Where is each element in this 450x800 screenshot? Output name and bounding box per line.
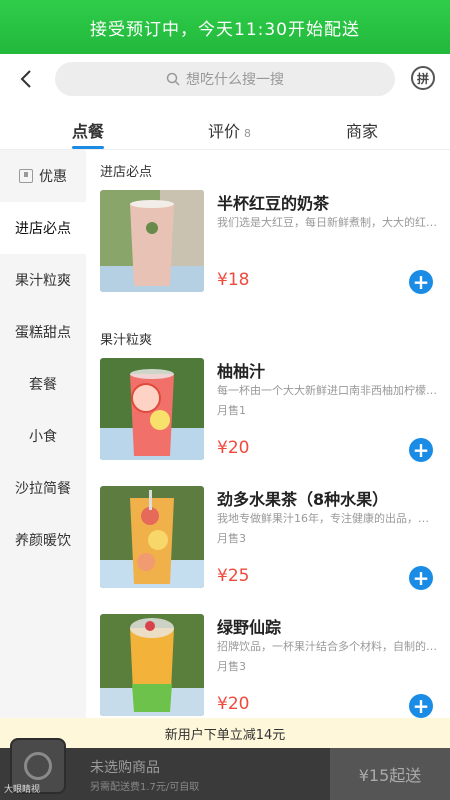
search-placeholder: 想吃什么搜一搜 xyxy=(186,72,284,88)
delivery-fee-text: 另需配送费1.7元/可自取 xyxy=(90,782,200,793)
list-item[interactable]: 绿野仙踪 招牌饮品，一杯果汁结合多个材料，自制的… 月售3 ¥20 + xyxy=(86,614,450,720)
add-to-cart-button[interactable]: + xyxy=(409,270,433,294)
product-description: 招牌饮品，一杯果汁结合多个材料，自制的… xyxy=(217,640,437,653)
product-image xyxy=(100,614,204,716)
tab-reviews-count: 8 xyxy=(244,127,252,140)
preorder-banner: 接受预订中，今天11:30开始配送 xyxy=(0,0,450,54)
sidebar-item-label: 优惠 xyxy=(39,169,67,185)
sidebar-item-label: 养颜暖饮 xyxy=(15,533,71,549)
tab-bar: 点餐 评价 8 商家 xyxy=(0,106,450,150)
product-name: 柚柚汁 xyxy=(217,362,266,381)
section-title: 进店必点 xyxy=(100,164,153,180)
product-sales: 月售1 xyxy=(217,404,246,417)
search-icon xyxy=(166,72,180,86)
sidebar-item-snacks[interactable]: 小食 xyxy=(0,410,86,462)
sidebar-item-combo[interactable]: 套餐 xyxy=(0,358,86,410)
watermark: 大眼睛视 xyxy=(4,785,41,795)
tab-order-label: 点餐 xyxy=(72,122,105,141)
product-price: ¥25 xyxy=(217,566,250,586)
search-bar: 想吃什么搜一搜 拼 xyxy=(0,54,450,106)
tab-active-indicator xyxy=(72,146,104,149)
sidebar-item-discount[interactable]: 优惠 xyxy=(0,150,86,202)
sidebar-item-label: 果汁粒爽 xyxy=(15,273,71,289)
preorder-banner-text: 接受预订中，今天11:30开始配送 xyxy=(90,19,360,40)
list-item[interactable]: 柚柚汁 每一杯由一个大大新鲜进口南非西柚加柠檬… 月售1 ¥20 + xyxy=(86,358,450,486)
product-description: 每一杯由一个大大新鲜进口南非西柚加柠檬… xyxy=(217,384,437,397)
product-price: ¥20 xyxy=(217,438,250,458)
product-description: 我们选是大红豆，每日新鲜煮制，大大的红… xyxy=(217,216,437,229)
sidebar-item-label: 蛋糕甜点 xyxy=(15,325,71,341)
tab-order[interactable]: 点餐 xyxy=(72,118,104,142)
promo-text: 新用户下单立减14元 xyxy=(164,727,286,743)
add-to-cart-button[interactable]: + xyxy=(409,694,433,718)
menu-list: 进店必点 半杯红豆的奶茶 我们选是大红豆，每日新鲜煮制，大大的红… ¥18 + … xyxy=(86,150,450,720)
checkout-label: ¥15起送 xyxy=(358,766,422,785)
group-order-label: 拼 xyxy=(416,71,429,86)
sidebar-item-must-order[interactable]: 进店必点 xyxy=(0,202,86,254)
sidebar-item-warm-drinks[interactable]: 养颜暖饮 xyxy=(0,514,86,566)
product-sales: 月售3 xyxy=(217,532,246,545)
cart-empty-text: 未选购商品 xyxy=(90,760,160,776)
sidebar-item-juice[interactable]: 果汁粒爽 xyxy=(0,254,86,306)
plus-icon: + xyxy=(412,438,430,462)
sidebar-item-label: 沙拉简餐 xyxy=(15,481,71,497)
tab-reviews-label: 评价 xyxy=(208,122,241,141)
add-to-cart-button[interactable]: + xyxy=(409,566,433,590)
product-name: 半杯红豆的奶茶 xyxy=(217,194,330,213)
discount-tag-icon xyxy=(19,169,33,183)
category-sidebar: 优惠 进店必点 果汁粒爽 蛋糕甜点 套餐 小食 沙拉简餐 养颜暖饮 xyxy=(0,150,86,720)
cart-bar: 未选购商品 另需配送费1.7元/可自取 ¥15起送 xyxy=(0,738,450,800)
add-to-cart-button[interactable]: + xyxy=(409,438,433,462)
sidebar-item-cake[interactable]: 蛋糕甜点 xyxy=(0,306,86,358)
tab-merchant[interactable]: 商家 xyxy=(346,118,378,142)
tab-reviews[interactable]: 评价 8 xyxy=(208,118,251,142)
product-image xyxy=(100,190,204,292)
sidebar-item-label: 套餐 xyxy=(29,377,57,393)
product-price: ¥18 xyxy=(217,270,250,290)
product-image xyxy=(100,358,204,460)
product-image xyxy=(100,486,204,588)
plus-icon: + xyxy=(412,694,430,718)
tab-merchant-label: 商家 xyxy=(346,122,379,141)
list-item[interactable]: 半杯红豆的奶茶 我们选是大红豆，每日新鲜煮制，大大的红… ¥18 + xyxy=(86,190,450,318)
list-item[interactable]: 劲多水果茶（8种水果） 我地专做鲜果汁16年，专注健康的出品，… 月售3 ¥25… xyxy=(86,486,450,614)
checkout-button[interactable]: ¥15起送 xyxy=(330,748,450,800)
plus-icon: + xyxy=(412,270,430,294)
sidebar-item-label: 进店必点 xyxy=(15,221,71,237)
new-user-promo: 新用户下单立减14元 xyxy=(0,718,450,748)
product-price: ¥20 xyxy=(217,694,250,714)
sidebar-item-label: 小食 xyxy=(29,429,57,445)
product-name: 绿野仙踪 xyxy=(217,618,282,637)
section-title: 果汁粒爽 xyxy=(100,332,153,348)
sidebar-item-salad[interactable]: 沙拉简餐 xyxy=(0,462,86,514)
product-description: 我地专做鲜果汁16年，专注健康的出品，… xyxy=(217,512,429,525)
back-arrow-icon[interactable] xyxy=(16,68,38,90)
product-sales: 月售3 xyxy=(217,660,246,673)
group-order-icon[interactable]: 拼 xyxy=(411,66,435,90)
product-name: 劲多水果茶（8种水果） xyxy=(217,490,389,509)
search-input[interactable]: 想吃什么搜一搜 xyxy=(55,62,395,96)
plus-icon: + xyxy=(412,566,430,590)
